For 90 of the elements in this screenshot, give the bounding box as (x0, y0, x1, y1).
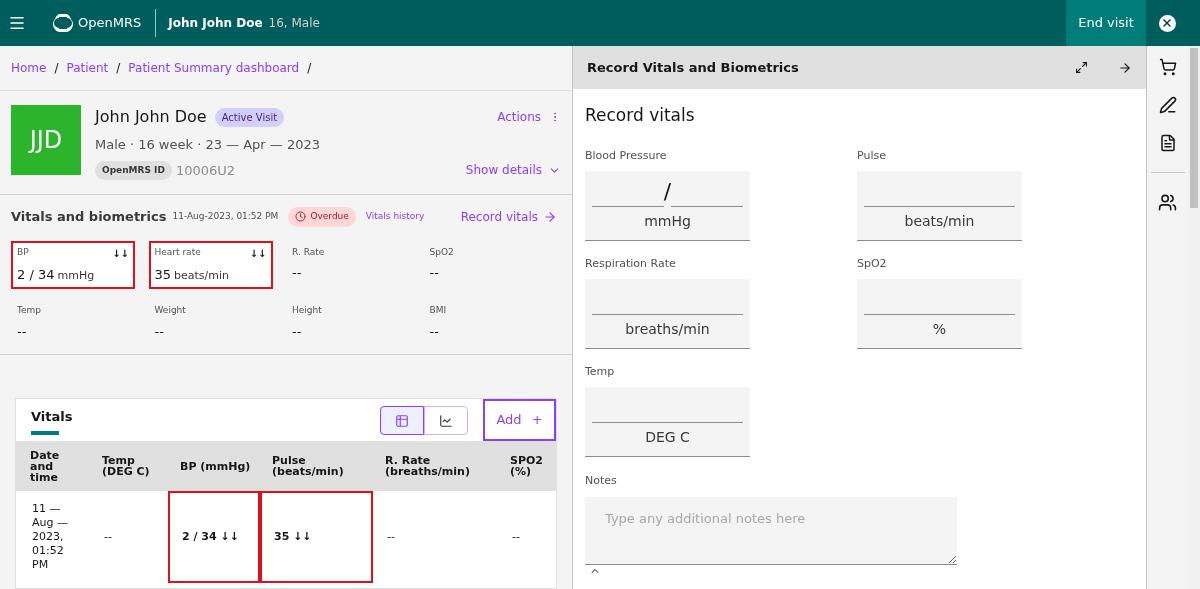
chart-view-button[interactable] (424, 406, 468, 435)
unit-text: breaths/min (625, 319, 710, 339)
vitals-history-link[interactable]: Vitals history (365, 210, 425, 224)
patient-name: John John Doe (168, 15, 263, 32)
breadcrumb-link[interactable]: Patient (66, 59, 109, 77)
section-title: Vitals and biometrics (11, 208, 167, 226)
tile-unit: mmHg (57, 267, 95, 284)
breadcrumb-link[interactable]: Patient Summary dashboard (128, 59, 300, 77)
card-title: Vitals (31, 408, 73, 426)
tile-label: Height (292, 304, 322, 317)
avatar: JJD (11, 105, 81, 175)
tile-value: 35 (154, 265, 172, 284)
tile-value: -- (429, 322, 439, 341)
column-header: SPO2 (%) (509, 455, 544, 477)
input-field[interactable]: breaths/min (585, 278, 750, 349)
tile-unit: beats/min (174, 267, 230, 284)
add-button[interactable]: Add + (483, 399, 556, 441)
unit-text: % (932, 319, 947, 339)
arrow-right-icon[interactable] (1118, 60, 1132, 75)
table-cell: 35 ↓↓ (260, 491, 373, 583)
table-cell: 2 / 34 ↓↓ (168, 491, 260, 583)
input-field[interactable]: beats/min (857, 170, 1022, 241)
column-header: Pulse (beats/min) (271, 455, 345, 477)
notes-field[interactable]: Type any additional notes here (585, 497, 957, 565)
input-field[interactable]: DEG C (585, 386, 750, 457)
table-view-button[interactable] (380, 406, 424, 435)
document-icon[interactable] (1158, 134, 1177, 152)
table-cell-text: -- (511, 529, 521, 545)
input-field[interactable]: / mmHg (585, 170, 750, 241)
id-value: 10006U2 (175, 161, 236, 180)
unit-text: beats/min (904, 211, 975, 231)
tile-value: -- (292, 322, 302, 341)
end-visit-button[interactable]: End visit (1066, 0, 1146, 46)
people-icon[interactable] (1158, 193, 1177, 212)
clock-icon (295, 211, 307, 223)
field-label: Temp (585, 364, 616, 379)
brand-name: OpenMRS (78, 14, 142, 33)
column-header: BP (mmHg) (179, 460, 252, 472)
tile-label: BMI (429, 304, 447, 317)
patient-details: Male · 16 week · 23 — Apr — 2023 (95, 136, 322, 154)
column-header: R. Rate (breaths/min) (384, 455, 471, 477)
tile-label: SpO2 (429, 245, 454, 259)
record-vitals-link[interactable]: Record vitals (460, 207, 557, 226)
field-label: SpO2 (857, 256, 888, 271)
show-details-button[interactable]: Show details (465, 161, 561, 180)
trend-arrows: ↓↓ (112, 246, 129, 261)
trend-arrows: ↓↓ (249, 246, 267, 261)
input-field[interactable]: % (857, 278, 1022, 349)
column-header: Date and time (29, 449, 61, 483)
unit-text: mmHg (644, 211, 691, 231)
breadcrumb-link[interactable]: Home (11, 59, 47, 77)
breadcrumb-separator: / (54, 60, 59, 77)
field-label: Respiration Rate (585, 256, 677, 271)
tile-value: 2 / 34 (17, 265, 55, 284)
breadcrumb-separator: / (307, 60, 312, 77)
patient-name: John John Doe (95, 106, 207, 128)
pen-icon[interactable] (1158, 96, 1177, 114)
id-label: OpenMRS ID (95, 160, 172, 180)
tile-value: -- (17, 322, 27, 341)
tile-label: Heart rate (154, 245, 201, 259)
tile-label: Weight (154, 304, 186, 317)
patient-info: 16, Male (268, 15, 320, 32)
table-cell-text: -- (386, 529, 396, 545)
tile-label: BP (17, 245, 29, 259)
table-cell-text: -- (103, 529, 113, 545)
cart-icon[interactable] (1158, 58, 1177, 76)
breadcrumb-separator: / (116, 60, 121, 77)
status-text: Overdue (310, 210, 349, 223)
unit-text: DEG C (645, 427, 690, 447)
tile-value: -- (154, 322, 164, 341)
table-cell-text: 11 — Aug — 2023, 01:52 PM (31, 501, 69, 573)
logo-icon (52, 12, 74, 34)
arrow-right-icon (543, 209, 557, 224)
tile-label: R. Rate (292, 245, 325, 259)
maximize-icon[interactable] (1075, 61, 1088, 74)
tile-label: Temp (17, 304, 41, 317)
panel-title: Record Vitals and Biometrics (587, 58, 799, 77)
separator-text: / (663, 177, 672, 206)
column-header: Temp (DEG C) (101, 455, 151, 477)
field-label: Blood Pressure (585, 148, 668, 163)
field-label: Notes (585, 472, 618, 489)
line-chart-icon (439, 413, 453, 428)
tile-value: -- (292, 264, 302, 282)
actions-button[interactable]: Actions (497, 108, 541, 126)
field-label: Pulse (857, 148, 887, 163)
table-icon (395, 413, 409, 428)
tile-value: -- (429, 264, 439, 282)
form-heading: Record vitals (585, 104, 696, 127)
status-badge: Active Visit (214, 107, 285, 127)
timestamp: 11-Aug-2023, 01:52 PM (172, 210, 279, 223)
